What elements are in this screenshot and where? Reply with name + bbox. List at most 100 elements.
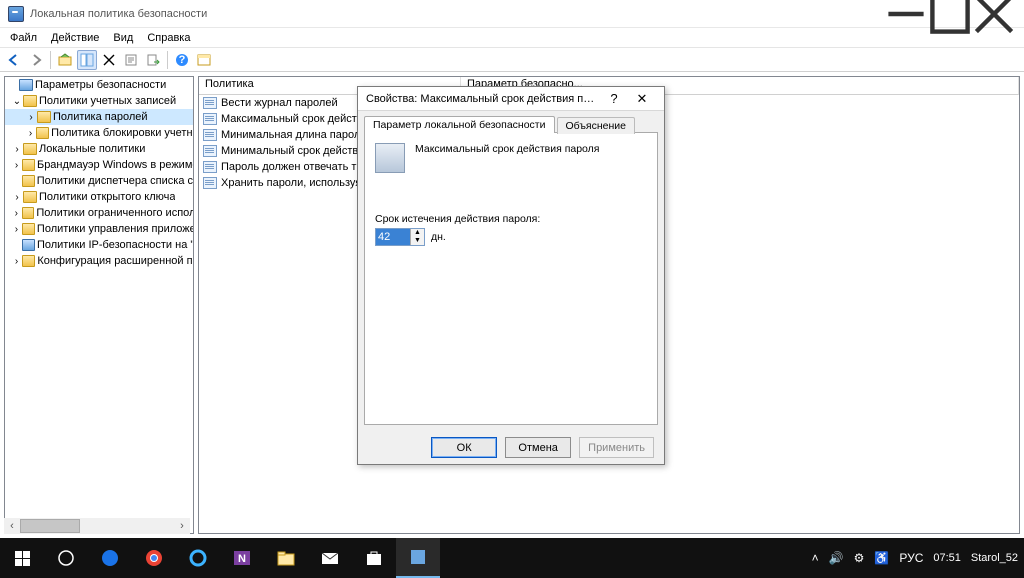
folder-icon: [23, 191, 37, 203]
toolbar-separator: [167, 51, 168, 69]
delete-button[interactable]: [99, 50, 119, 70]
policy-icon: [203, 113, 217, 125]
forward-button[interactable]: [26, 50, 46, 70]
close-button[interactable]: [972, 0, 1016, 28]
system-tray: ˄ 🔊 ⚙ ♿ РУС 07:51 Starol_52: [806, 551, 1024, 565]
tree-item-network-list[interactable]: Политики диспетчера списка сете: [5, 173, 193, 189]
task-edge[interactable]: [88, 538, 132, 578]
spin-up-button[interactable]: ▲: [410, 229, 424, 237]
task-store[interactable]: [352, 538, 396, 578]
start-button[interactable]: [0, 538, 44, 578]
dialog-close-button[interactable]: ✕: [628, 91, 656, 107]
svg-text:N: N: [238, 553, 246, 565]
policy-icon: [203, 161, 217, 173]
tree-item-firewall[interactable]: ›Брандмауэр Windows в режиме п: [5, 157, 193, 173]
days-unit: дн.: [431, 231, 446, 243]
shield-icon: [19, 79, 33, 91]
spin-down-button[interactable]: ▼: [410, 237, 424, 245]
task-explorer[interactable]: [264, 538, 308, 578]
ok-button[interactable]: ОК: [431, 437, 497, 458]
tree-root[interactable]: Параметры безопасности: [5, 77, 193, 93]
task-cortana[interactable]: [44, 538, 88, 578]
expire-label: Срок истечения действия пароля:: [375, 213, 647, 225]
app-icon: [8, 6, 24, 22]
tray-network-icon[interactable]: ⚙: [854, 551, 865, 565]
menu-action[interactable]: Действие: [51, 32, 99, 44]
window-title: Локальная политика безопасности: [30, 8, 884, 20]
tree-item-app-control[interactable]: ›Политики управления приложени: [5, 221, 193, 237]
task-mail[interactable]: [308, 538, 352, 578]
scroll-thumb[interactable]: [20, 519, 80, 533]
up-button[interactable]: [55, 50, 75, 70]
minimize-button[interactable]: [884, 0, 928, 28]
toolbar-separator: [50, 51, 51, 69]
cancel-button[interactable]: Отмена: [505, 437, 571, 458]
dialog-buttons: ОК Отмена Применить: [358, 431, 664, 464]
policy-icon: [203, 177, 217, 189]
back-button[interactable]: [4, 50, 24, 70]
task-ie[interactable]: [176, 538, 220, 578]
tree-item-lockout[interactable]: ›Политика блокировки учетной: [5, 125, 193, 141]
dialog-title: Свойства: Максимальный срок действия пар…: [366, 93, 600, 105]
menubar: Файл Действие Вид Справка: [0, 28, 1024, 48]
task-chrome[interactable]: [132, 538, 176, 578]
folder-icon: [36, 127, 49, 139]
tree-item-password[interactable]: ›Политика паролей: [5, 109, 193, 125]
tray-volume-icon[interactable]: 🔊: [829, 551, 844, 565]
task-secpol[interactable]: [396, 538, 440, 578]
tray-ease-icon[interactable]: ♿: [874, 551, 889, 565]
menu-view[interactable]: Вид: [113, 32, 133, 44]
tray-lang[interactable]: РУС: [899, 551, 923, 565]
tree-item-srp[interactable]: ›Политики ограниченного использо: [5, 205, 193, 221]
taskbar: N ˄ 🔊 ⚙ ♿ РУС 07:51 Starol_52: [0, 538, 1024, 578]
dialog-titlebar: Свойства: Максимальный срок действия пар…: [358, 87, 664, 111]
tree-hscrollbar[interactable]: ‹ ›: [4, 518, 190, 534]
tray-user: Starol_52: [971, 552, 1018, 564]
tray-chevron-up-icon[interactable]: ˄: [812, 551, 819, 565]
properties-pane-button[interactable]: [77, 50, 97, 70]
days-spinner[interactable]: ▲ ▼: [375, 228, 425, 246]
tab-explain[interactable]: Объяснение: [557, 117, 635, 134]
scroll-right-button[interactable]: ›: [174, 518, 190, 534]
policy-icon: [203, 129, 217, 141]
policy-large-icon: [375, 143, 405, 173]
tray-clock[interactable]: 07:51: [933, 552, 961, 564]
tab-local-setting[interactable]: Параметр локальной безопасности: [364, 116, 555, 133]
properties-dialog: Свойства: Максимальный срок действия пар…: [357, 86, 665, 465]
days-input[interactable]: [376, 229, 410, 245]
folder-icon: [22, 159, 35, 171]
menu-file[interactable]: Файл: [10, 32, 37, 44]
toolbar: ?: [0, 48, 1024, 72]
dialog-tabs: Параметр локальной безопасности Объяснен…: [358, 111, 664, 132]
ipsec-icon: [22, 239, 35, 251]
folder-icon: [23, 95, 37, 107]
folder-icon: [22, 223, 35, 235]
window-titlebar: Локальная политика безопасности: [0, 0, 1024, 28]
export-button[interactable]: [143, 50, 163, 70]
policy-icon: [203, 145, 217, 157]
dialog-help-button[interactable]: ?: [600, 91, 628, 106]
help-button[interactable]: ?: [172, 50, 192, 70]
tree-item-pki[interactable]: ›Политики открытого ключа: [5, 189, 193, 205]
folder-icon: [23, 143, 37, 155]
task-onenote[interactable]: N: [220, 538, 264, 578]
tree-item-ipsec[interactable]: Политики IP-безопасности на "Ло: [5, 237, 193, 253]
tree-item-local[interactable]: ›Локальные политики: [5, 141, 193, 157]
maximize-button[interactable]: [928, 0, 972, 28]
tree-panel: Параметры безопасности ⌄Политики учетных…: [4, 76, 194, 534]
refresh-all-button[interactable]: [194, 50, 214, 70]
dialog-page: Максимальный срок действия пароля Срок и…: [364, 132, 658, 425]
apply-button[interactable]: Применить: [579, 437, 654, 458]
folder-icon: [22, 255, 35, 267]
properties-button[interactable]: [121, 50, 141, 70]
windows-logo-icon: [15, 551, 30, 566]
svg-text:?: ?: [179, 54, 186, 66]
menu-help[interactable]: Справка: [147, 32, 190, 44]
policy-icon: [203, 97, 217, 109]
dialog-header-text: Максимальный срок действия пароля: [415, 143, 599, 155]
tree-item-account[interactable]: ⌄Политики учетных записей: [5, 93, 193, 109]
scroll-left-button[interactable]: ‹: [4, 518, 20, 534]
folder-icon: [22, 175, 35, 187]
tree-item-audit[interactable]: ›Конфигурация расширенной пол: [5, 253, 193, 269]
folder-icon: [22, 207, 35, 219]
